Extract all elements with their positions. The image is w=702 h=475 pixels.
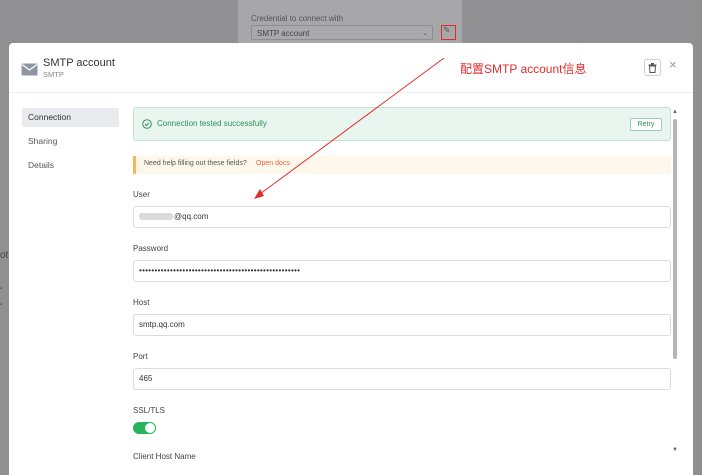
annotation-text: 配置SMTP account信息 (460, 62, 587, 76)
annotation-arrow (254, 57, 445, 199)
